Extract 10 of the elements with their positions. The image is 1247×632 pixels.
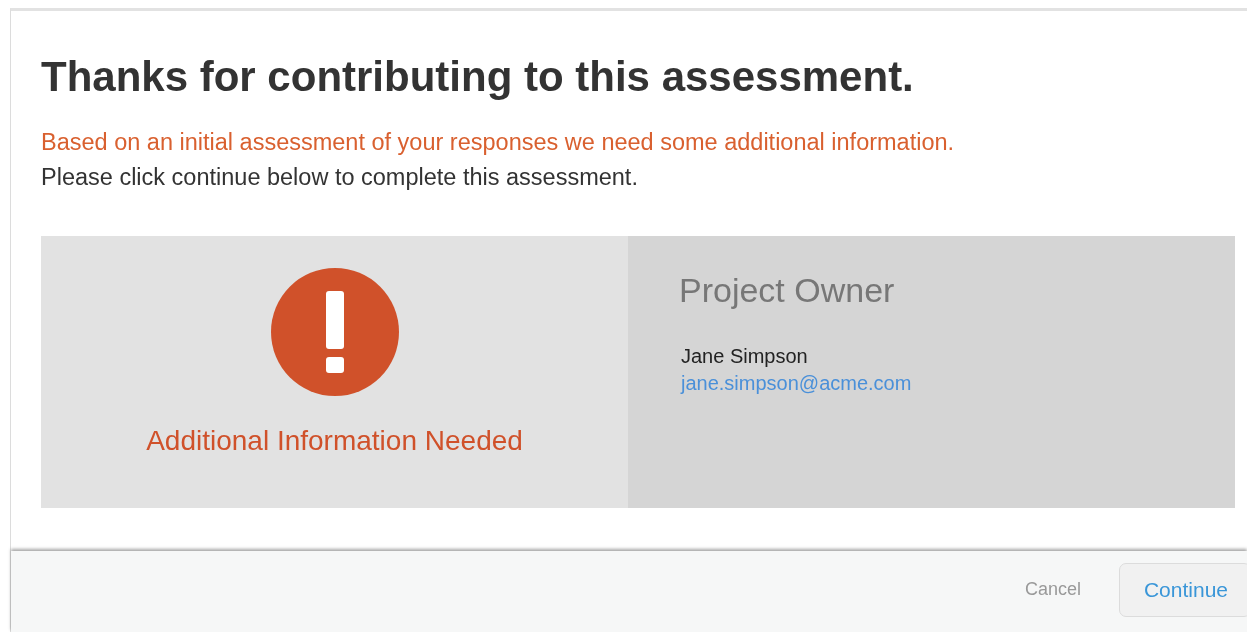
continue-button[interactable]: Continue	[1118, 562, 1247, 617]
contact-name: Jane Simpson	[681, 345, 808, 368]
instruction-text: Please click continue below to complete this assessment.	[41, 164, 638, 190]
email-link[interactable]: jane.simpson@acme.com	[681, 372, 912, 395]
dialog-title: Thanks for contributing to this assessment.	[41, 52, 915, 102]
notice-text: Based on an initial assessment of your responses we need some additional information.	[41, 129, 955, 155]
alert-icon	[269, 267, 400, 397]
contact-heading: Project Owner	[679, 271, 895, 310]
cancel-button[interactable]: Cancel	[1024, 575, 1081, 604]
status-label: Additional Information Needed	[146, 425, 523, 457]
